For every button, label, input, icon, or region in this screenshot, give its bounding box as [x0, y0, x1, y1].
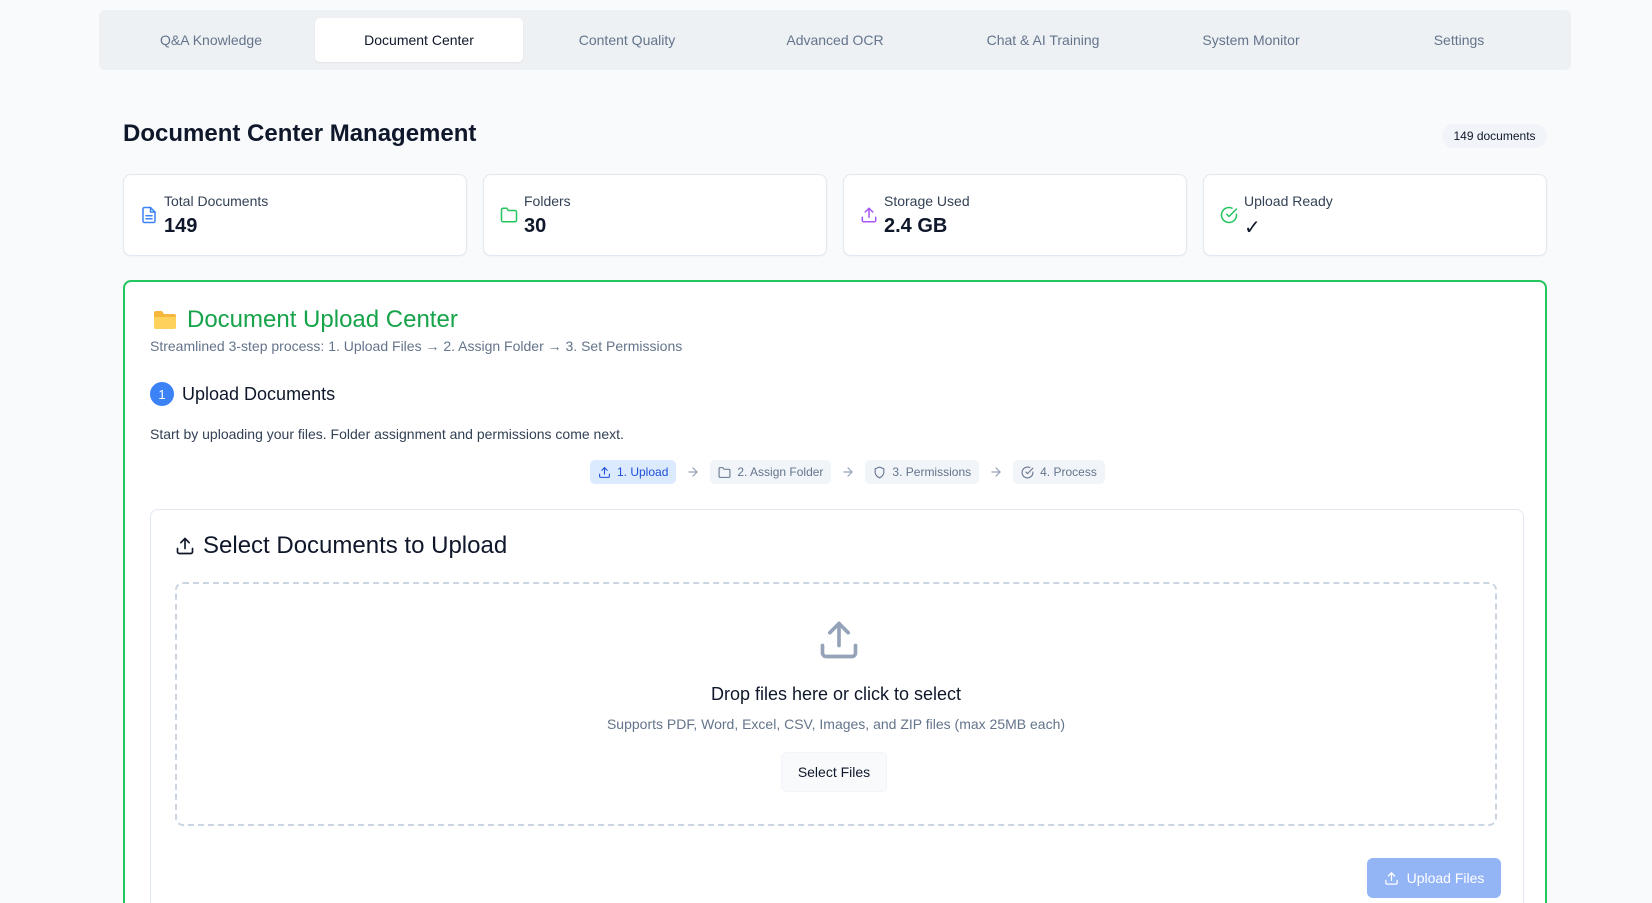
pipeline-step-permissions[interactable]: 3. Permissions — [865, 460, 980, 484]
dropzone-title: Drop files here or click to select — [710, 684, 962, 704]
upload-icon — [860, 206, 878, 224]
stat-value: 2.4 GB — [884, 215, 948, 237]
main-tabs: Q&A Knowledge Document Center Content Qu… — [99, 10, 1571, 70]
tab-system-monitor[interactable]: System Monitor — [1147, 18, 1355, 62]
pipeline-step-label: 3. Permissions — [892, 465, 972, 479]
tab-settings[interactable]: Settings — [1355, 18, 1563, 62]
select-files-button[interactable]: Select Files — [781, 752, 887, 792]
stat-value: ✓ — [1244, 217, 1261, 239]
select-documents-card: Select Documents to Upload Drop files he… — [150, 509, 1524, 903]
tab-chat-ai-training[interactable]: Chat & AI Training — [939, 18, 1147, 62]
upload-files-label: Upload Files — [1406, 870, 1485, 886]
tab-content-quality[interactable]: Content Quality — [523, 18, 731, 62]
upload-center-header: Document Upload Center — [153, 306, 458, 334]
stat-card-total-documents: Total Documents 149 — [123, 174, 467, 256]
folder-icon — [718, 466, 731, 478]
pipeline-step-assign-folder[interactable]: 2. Assign Folder — [710, 460, 832, 484]
stat-value: 30 — [524, 215, 547, 237]
page-title: Document Center Management — [123, 120, 477, 147]
tab-advanced-ocr[interactable]: Advanced OCR — [731, 18, 939, 62]
stat-card-folders: Folders 30 — [483, 174, 827, 256]
stat-label: Folders — [524, 193, 571, 209]
select-documents-title: Select Documents to Upload — [203, 532, 508, 559]
pipeline-step-process[interactable]: 4. Process — [1013, 460, 1105, 484]
upload-icon — [1384, 871, 1398, 885]
stat-card-storage-used: Storage Used 2.4 GB — [843, 174, 1187, 256]
folder-icon — [153, 310, 177, 330]
stat-value: 149 — [164, 215, 198, 237]
upload-icon — [820, 621, 858, 659]
arrow-right-icon — [843, 467, 854, 477]
pipeline-step-label: 1. Upload — [617, 465, 669, 479]
check-circle-icon — [1220, 206, 1238, 224]
upload-center-title: Document Upload Center — [187, 306, 458, 333]
arrow-right-icon — [688, 467, 699, 477]
pipeline-step-label: 4. Process — [1040, 465, 1097, 479]
dropzone-subtitle: Supports PDF, Word, Excel, CSV, Images, … — [606, 716, 1066, 732]
arrow-right-icon — [991, 467, 1001, 477]
tab-qa-knowledge[interactable]: Q&A Knowledge — [107, 18, 315, 62]
step-number-badge: 1 — [150, 382, 174, 406]
pipeline-step-label: 2. Assign Folder — [737, 465, 824, 479]
shield-icon — [875, 466, 885, 478]
stat-label: Storage Used — [884, 193, 970, 209]
check-circle-icon — [1021, 466, 1034, 478]
document-upload-center: Document Upload Center Streamlined 3-ste… — [123, 280, 1547, 903]
step-pipeline: 1. Upload 2. Assign Folder 3. Permission… — [590, 460, 1105, 484]
step-description: Start by uploading your files. Folder as… — [150, 426, 624, 442]
stat-label: Upload Ready — [1244, 193, 1333, 209]
step-title: Upload Documents — [182, 383, 336, 404]
stat-card-upload-ready: Upload Ready ✓ — [1203, 174, 1547, 256]
file-text-icon — [140, 206, 158, 224]
pipeline-step-upload[interactable]: 1. Upload — [590, 460, 677, 484]
folder-icon — [500, 206, 518, 224]
upload-files-button[interactable]: Upload Files — [1367, 858, 1501, 898]
stat-label: Total Documents — [164, 193, 269, 209]
step-header: 1 Upload Documents — [150, 382, 335, 406]
upload-icon — [599, 466, 610, 478]
upload-center-subtitle: Streamlined 3-step process: 1. Upload Fi… — [150, 338, 683, 354]
select-documents-header: Select Documents to Upload — [175, 532, 507, 560]
upload-icon — [176, 537, 194, 555]
document-count-badge: 149 documents — [1442, 124, 1547, 148]
file-dropzone[interactable]: Drop files here or click to select Suppo… — [175, 582, 1497, 826]
tab-document-center[interactable]: Document Center — [315, 18, 523, 62]
